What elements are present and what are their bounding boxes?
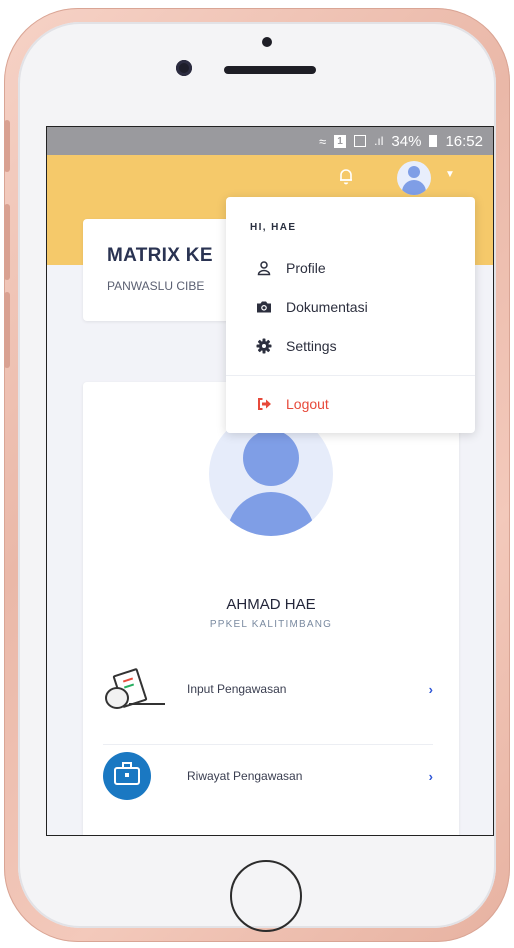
signal-box-icon — [354, 135, 367, 147]
dropdown-greeting: HI, HAE — [250, 222, 297, 233]
checklist-hand-icon — [103, 665, 165, 713]
proximity-sensor — [262, 37, 272, 47]
gear-icon — [256, 338, 272, 354]
user-icon — [256, 260, 272, 276]
side-button-volume-up — [4, 204, 10, 280]
signal-bars-icon: .ıl — [374, 134, 384, 148]
profile-name: AHMAD HAE — [226, 596, 316, 613]
battery-icon — [429, 135, 438, 147]
chevron-right-icon: › — [428, 681, 433, 697]
side-button-volume-down — [4, 292, 10, 368]
page-subtitle: PANWASLU CIBE — [107, 279, 205, 293]
home-button[interactable] — [230, 860, 302, 932]
caret-down-icon[interactable]: ▼ — [445, 169, 455, 180]
profile-avatar-body — [227, 492, 315, 536]
clock-time: 16:52 — [445, 132, 483, 150]
camera-icon — [256, 299, 272, 315]
dropdown-item-settings[interactable]: Settings — [256, 335, 337, 357]
dropdown-item-dokumentasi[interactable]: Dokumentasi — [256, 296, 368, 318]
menu-divider — [103, 744, 433, 745]
dropdown-item-label: Dokumentasi — [286, 299, 368, 315]
user-dropdown-menu: HI, HAE Profile Dokumentasi Settings Log… — [226, 197, 475, 433]
dropdown-item-profile[interactable]: Profile — [256, 257, 326, 279]
sim-badge: 1 — [334, 134, 347, 148]
menu-item-label: Input Pengawasan — [187, 682, 287, 696]
battery-percent: 34% — [391, 132, 422, 150]
wifi-icon: ≈ — [318, 133, 327, 149]
side-button-silent — [4, 120, 10, 172]
profile-card: AHMAD HAE PPKEL KALITIMBANG Input Pengaw… — [83, 382, 459, 835]
front-camera — [176, 60, 192, 76]
logout-button[interactable]: Logout — [256, 393, 329, 415]
sign-out-icon — [256, 396, 272, 412]
user-avatar-icon[interactable] — [397, 161, 431, 195]
status-bar: ≈ 1 .ıl 34% 16:52 — [47, 127, 493, 155]
logout-label: Logout — [286, 396, 329, 412]
menu-item-label: Riwayat Pengawasan — [187, 769, 303, 783]
avatar-body — [402, 180, 426, 195]
menu-item-input-pengawasan[interactable]: Input Pengawasan › — [103, 659, 433, 719]
profile-role: PPKEL KALITIMBANG — [209, 619, 333, 630]
earpiece-speaker — [224, 66, 316, 74]
profile-avatar-head — [243, 430, 299, 486]
menu-item-riwayat-pengawasan[interactable]: Riwayat Pengawasan › — [103, 746, 433, 806]
briefcase-icon — [103, 752, 151, 800]
dropdown-item-label: Settings — [286, 338, 337, 354]
bell-icon[interactable] — [337, 167, 355, 190]
dropdown-divider — [226, 375, 475, 376]
avatar-head — [408, 166, 420, 178]
app-screen: ≈ 1 .ıl 34% 16:52 ▼ MATRIX KE PANWASLU C… — [46, 126, 494, 836]
dropdown-item-label: Profile — [286, 260, 326, 276]
page-title: MATRIX KE — [107, 245, 213, 266]
chevron-right-icon: › — [428, 768, 433, 784]
